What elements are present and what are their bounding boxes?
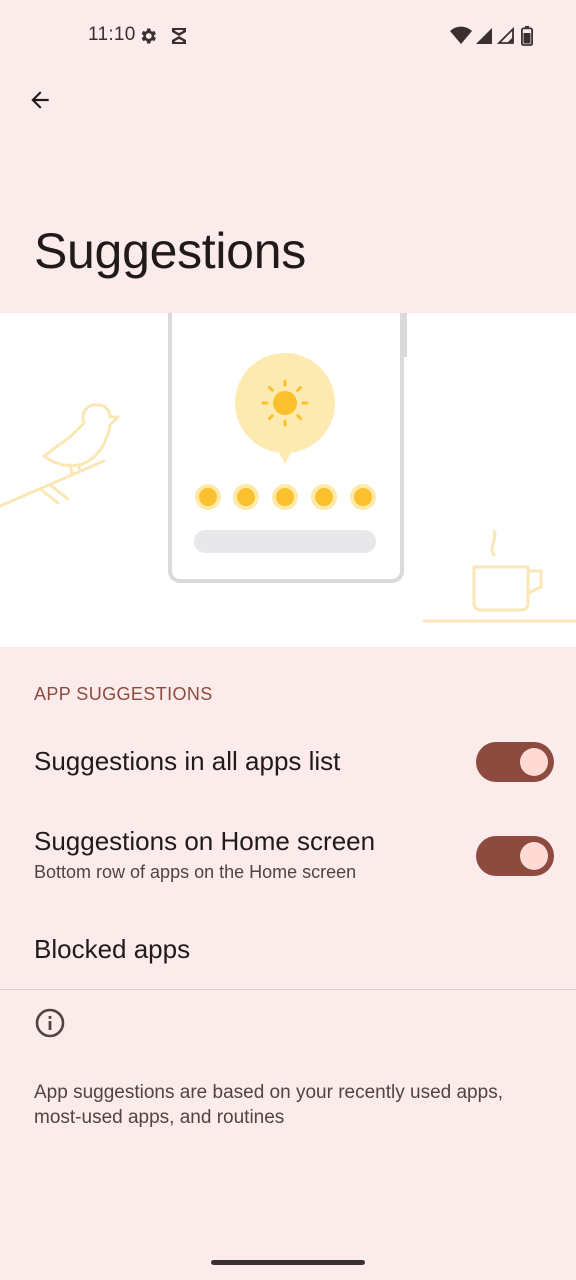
signal-icon [474,26,492,51]
toggle-thumb [520,842,548,870]
battery-icon [520,26,533,51]
header-illustration [0,313,576,647]
bird-illustration [0,403,120,508]
section-header: APP SUGGESTIONS [34,684,213,704]
row-title: Suggestions on Home screen [34,826,376,856]
page-title: Suggestions [34,223,306,279]
suggestions-all-apps-toggle[interactable] [476,742,554,782]
toggle-thumb [520,748,548,776]
row-subtitle: Bottom row of apps on the Home screen [34,862,357,882]
footer-description: App suggestions are based on your recent… [34,1082,503,1128]
arrow-back-icon [27,87,53,118]
suggestions-home-screen-row[interactable]: Suggestions on Home screen Bottom row of… [0,810,576,900]
suggestions-all-apps-row[interactable]: Suggestions in all apps list [0,728,576,796]
info-icon [34,1007,66,1039]
suggestions-home-screen-toggle[interactable] [476,836,554,876]
shield-icon [170,26,188,51]
blocked-apps-row[interactable]: Blocked apps [0,912,576,988]
status-time: 11:10 [88,24,136,45]
divider [0,989,576,990]
gesture-nav-bar[interactable] [211,1260,365,1265]
settings-gear-icon [138,26,158,51]
signal-icon [496,26,514,51]
back-button[interactable] [20,82,60,122]
wifi-icon [450,26,472,51]
row-title: Blocked apps [34,934,191,964]
coffee-cup-illustration [422,529,576,623]
row-title: Suggestions in all apps list [34,746,341,776]
